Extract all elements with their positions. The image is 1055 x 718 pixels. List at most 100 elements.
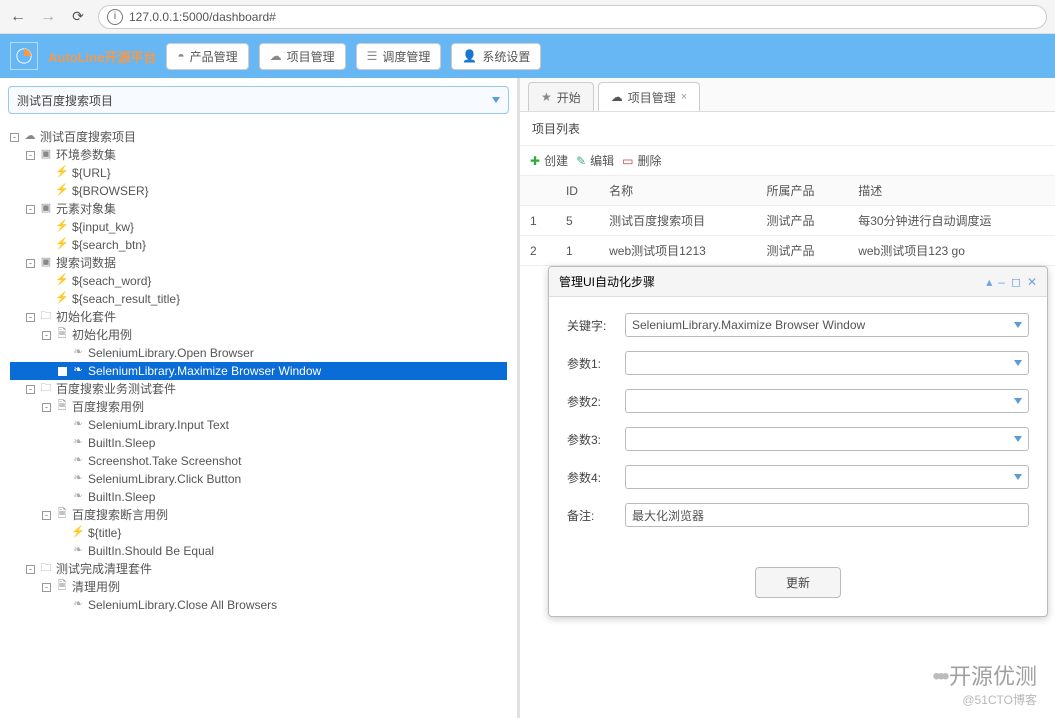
tree-label: 测试完成清理套件 [56,561,152,578]
leaf-icon: ❧ [71,489,85,504]
create-button[interactable]: ✚创建 [530,152,568,169]
tree-label: SeleniumLibrary.Maximize Browser Window [88,363,321,380]
file-icon: 🗎 [55,579,69,594]
tree-toggle[interactable]: - [42,331,51,340]
brand-text: AutoLine开源平台 [48,47,156,66]
product-manage-button[interactable]: ◓产品管理 [166,43,248,70]
tree-label: ${URL} [72,165,111,182]
tree-label: SeleniumLibrary.Close All Browsers [88,597,277,614]
bolt-icon: ⚡ [55,273,69,288]
browser-back[interactable]: ← [8,7,28,27]
tree-item[interactable]: -🗀初始化套件 [10,308,507,326]
tree-item[interactable]: ❧BuiltIn.Sleep [10,434,507,452]
browser-forward[interactable]: → [38,7,58,27]
tree-toggle[interactable]: - [42,403,51,412]
tab-start[interactable]: ★开始 [528,82,594,111]
tree-toggle [58,439,67,448]
tree-item[interactable]: ⚡${seach_result_title} [10,290,507,308]
tree-item[interactable]: -🗎百度搜索用例 [10,398,507,416]
project-tree: -☁测试百度搜索项目-▣环境参数集⚡${URL}⚡${BROWSER}-▣元素对… [0,122,517,620]
tree-toggle[interactable]: - [26,313,35,322]
delete-button[interactable]: ▭删除 [622,152,661,169]
app-logo [10,42,38,70]
project-select[interactable]: 测试百度搜索项目 [8,86,509,114]
leaf-icon: ❧ [71,453,85,468]
tree-item[interactable]: ❧BuiltIn.Sleep [10,488,507,506]
param4-select[interactable] [625,465,1029,489]
tree-label: 初始化套件 [56,309,116,326]
tree-toggle [58,601,67,610]
tree-label: BuiltIn.Sleep [88,489,155,506]
project-manage-button[interactable]: ☁项目管理 [259,43,346,70]
tree-label: BuiltIn.Sleep [88,435,155,452]
tree-label: 初始化用例 [72,327,132,344]
table-row[interactable]: 15测试百度搜索项目测试产品每30分钟进行自动调度运 [520,206,1055,236]
tab-project[interactable]: ☁项目管理× [598,82,700,111]
tree-item[interactable]: ❧BuiltIn.Should Be Equal [10,542,507,560]
fold-icon: 🗀 [39,309,53,324]
tree-toggle[interactable]: - [42,511,51,520]
tree-toggle[interactable]: - [42,583,51,592]
maximize-icon[interactable]: ◻ [1011,275,1021,289]
tree-item[interactable]: ❧SeleniumLibrary.Input Text [10,416,507,434]
tree-item[interactable]: ⚡${search_btn} [10,236,507,254]
table-row[interactable]: 21web测试项目1213测试产品web测试项目123 go [520,236,1055,266]
param2-select[interactable] [625,389,1029,413]
tree-toggle[interactable]: - [26,385,35,394]
minimize-icon[interactable]: – [998,275,1005,289]
chevron-down-icon [1014,398,1022,404]
tree-item[interactable]: -🗀百度搜索业务测试套件 [10,380,507,398]
schedule-manage-button[interactable]: ☰调度管理 [356,43,442,70]
tree-toggle[interactable]: - [26,565,35,574]
leaf-icon: ❧ [71,363,85,378]
tree-toggle[interactable]: - [26,205,35,214]
tree-toggle [42,241,51,250]
update-button[interactable]: 更新 [755,567,841,598]
collapse-icon[interactable]: ▴ [986,275,992,289]
leaf-icon: ❧ [71,597,85,612]
url-text: 127.0.0.1:5000/dashboard# [129,10,276,24]
tree-item[interactable]: ⚡${URL} [10,164,507,182]
close-icon[interactable]: ✕ [1027,275,1037,289]
tree-item[interactable]: -🗎清理用例 [10,578,507,596]
tree-item[interactable]: ❧SeleniumLibrary.Close All Browsers [10,596,507,614]
tree-item[interactable]: -▣环境参数集 [10,146,507,164]
tree-item[interactable]: ⚡${seach_word} [10,272,507,290]
edit-button[interactable]: ✎编辑 [576,152,614,169]
close-icon[interactable]: × [681,91,687,103]
tree-toggle[interactable]: - [26,151,35,160]
tree-item[interactable]: ❧SeleniumLibrary.Click Button [10,470,507,488]
tree-item[interactable]: -▣搜索词数据 [10,254,507,272]
tree-item[interactable]: -🗀测试完成清理套件 [10,560,507,578]
tree-toggle[interactable]: - [10,133,19,142]
keyword-select[interactable]: SeleniumLibrary.Maximize Browser Window [625,313,1029,337]
tree-label: 测试百度搜索项目 [40,129,136,146]
cloud-icon: ☁ [270,49,282,63]
param3-select[interactable] [625,427,1029,451]
step-dialog: 管理UI自动化步骤 ▴ – ◻ ✕ 关键字:SeleniumLibrary.Ma… [548,266,1048,617]
tree-item[interactable]: ⚡${BROWSER} [10,182,507,200]
tree-toggle [58,475,67,484]
tree-toggle [58,457,67,466]
url-bar[interactable]: i 127.0.0.1:5000/dashboard# [98,5,1047,29]
tree-label: SeleniumLibrary.Open Browser [88,345,254,362]
case-icon: ▣ [39,255,53,270]
leaf-icon: ❧ [71,471,85,486]
tree-item[interactable]: ⚡${title} [10,524,507,542]
param1-select[interactable] [625,351,1029,375]
tree-item[interactable]: -🗎百度搜索断言用例 [10,506,507,524]
fold-icon: 🗀 [39,381,53,396]
remark-input[interactable] [625,503,1029,527]
tree-item[interactable]: -🗎初始化用例 [10,326,507,344]
tree-toggle[interactable]: - [26,259,35,268]
bolt-icon: ⚡ [55,165,69,180]
tree-item[interactable]: ⚡${input_kw} [10,218,507,236]
tree-item[interactable]: -▣元素对象集 [10,200,507,218]
system-settings-button[interactable]: 👤系统设置 [451,43,541,70]
tree-item[interactable]: ❧SeleniumLibrary.Maximize Browser Window [10,362,507,380]
chevron-down-icon [1014,436,1022,442]
browser-refresh[interactable]: ⟳ [68,8,88,25]
tree-item[interactable]: ❧Screenshot.Take Screenshot [10,452,507,470]
tree-item[interactable]: -☁测试百度搜索项目 [10,128,507,146]
tree-item[interactable]: ❧SeleniumLibrary.Open Browser [10,344,507,362]
